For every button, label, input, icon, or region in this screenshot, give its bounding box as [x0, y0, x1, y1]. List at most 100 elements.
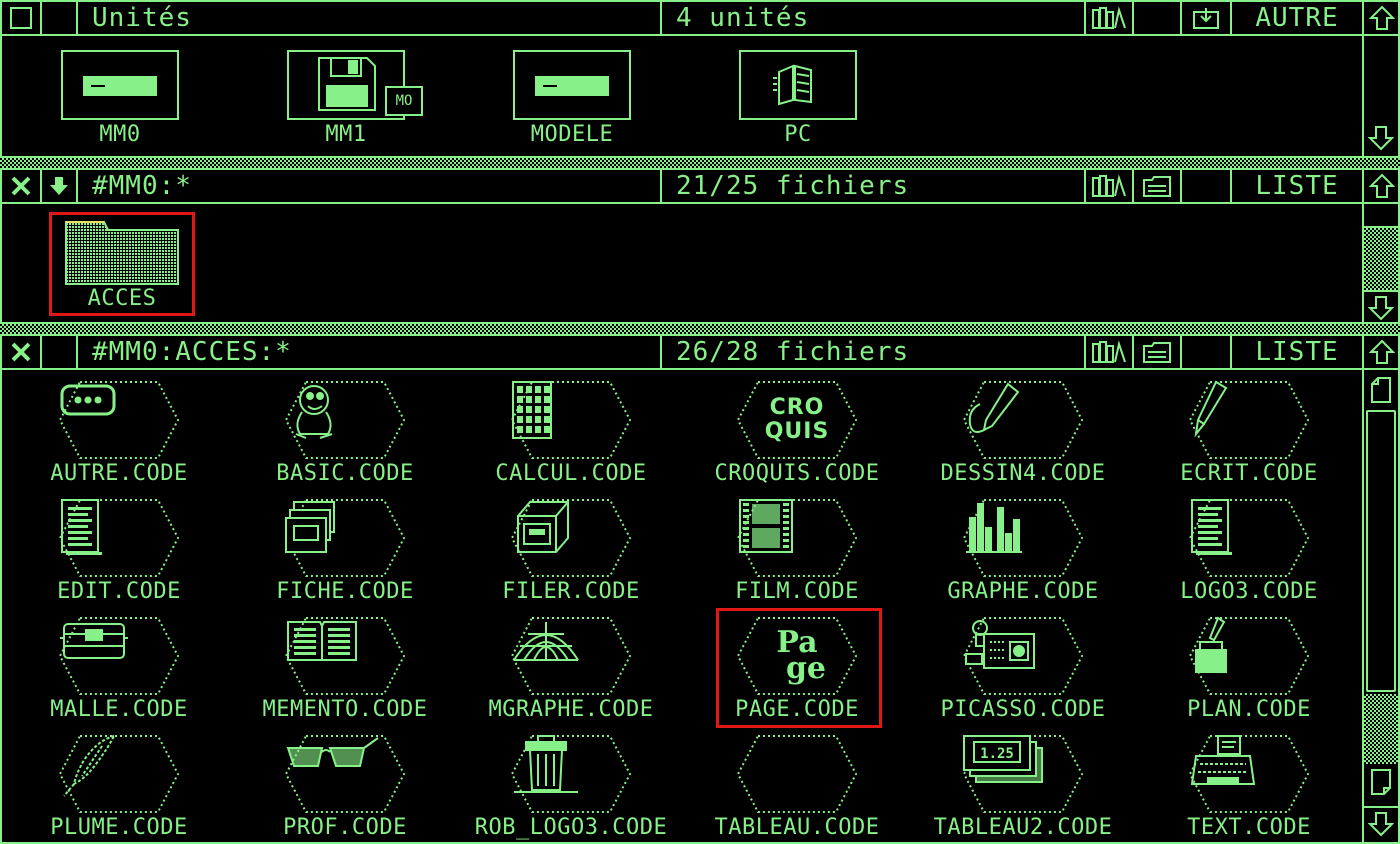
- file-item-edit[interactable]: EDIT.CODE: [6, 498, 232, 604]
- scroll-down-button[interactable]: [1364, 806, 1398, 840]
- folder-scrollbar[interactable]: [1362, 204, 1398, 322]
- icon-slot: [284, 734, 406, 814]
- scroll-thumb[interactable]: [1366, 410, 1396, 692]
- page-top-button[interactable]: [1364, 374, 1398, 406]
- mode-button[interactable]: AUTRE: [1232, 2, 1364, 34]
- file-item-mgraphe[interactable]: MGRAPHE.CODE: [458, 616, 684, 722]
- icon-slot: CRO QUIS: [736, 380, 858, 460]
- tray-icon: [1193, 8, 1219, 29]
- file-item-prof[interactable]: PROF.CODE: [232, 734, 458, 840]
- folder-window: #MM0:* 21/25 fichiers LISTE ACCES: [0, 168, 1400, 324]
- scroll-up-button[interactable]: [1364, 170, 1400, 202]
- drive-icon: [61, 50, 179, 120]
- arrow-up-icon: [1369, 5, 1395, 30]
- file-item-basic[interactable]: BASIC.CODE: [232, 380, 458, 486]
- hexagon-frame: [284, 734, 406, 814]
- pc-icon: [739, 50, 857, 120]
- blank-cell: [42, 2, 78, 34]
- icon-slot: [284, 380, 406, 460]
- download-tray-button[interactable]: [1182, 2, 1232, 34]
- units-scrollbar[interactable]: [1362, 36, 1398, 156]
- svg-text:1.25: 1.25: [980, 746, 1014, 762]
- unit-pc[interactable]: PC: [708, 50, 888, 147]
- units-window: Unités 4 unités AUTRE MM0 MO MM1 MODELE …: [0, 0, 1400, 158]
- scroll-down-button[interactable]: [1364, 122, 1398, 154]
- files-scrollbar[interactable]: [1362, 370, 1398, 842]
- scroll-up-button[interactable]: [1364, 2, 1400, 34]
- file-item-tableau[interactable]: TABLEAU.CODE: [684, 734, 910, 840]
- icon-slot: 1.25: [962, 734, 1084, 814]
- file-item-text[interactable]: TEXT.CODE: [1136, 734, 1362, 840]
- file-item-dessin4[interactable]: DESSIN4.CODE: [910, 380, 1136, 486]
- window-title: Unités: [78, 2, 662, 34]
- files-titlebar: #MM0:ACCES:* 26/28 fichiers LISTE: [2, 336, 1398, 370]
- floppy-icon: MO: [287, 50, 423, 120]
- close-button[interactable]: [2, 170, 42, 202]
- books-icon: [1092, 340, 1126, 363]
- file-item-plume[interactable]: PLUME.CODE: [6, 734, 232, 840]
- file-item-ecrit[interactable]: ECRIT.CODE: [1136, 380, 1362, 486]
- hexagon-frame: [962, 498, 1084, 578]
- page-bottom-button[interactable]: [1364, 766, 1398, 798]
- file-label: BASIC.CODE: [276, 461, 414, 486]
- file-label: ECRIT.CODE: [1180, 461, 1318, 486]
- file-item-rob-logo3[interactable]: ROB_LOGO3.CODE: [458, 734, 684, 840]
- scroll-thumb[interactable]: [1364, 204, 1398, 228]
- books-button[interactable]: [1086, 170, 1134, 202]
- file-label: CROQUIS.CODE: [714, 461, 880, 486]
- selection-highlight: [49, 212, 195, 316]
- books-button[interactable]: [1086, 2, 1134, 34]
- unit-label: PC: [784, 122, 812, 147]
- file-label: FICHE.CODE: [276, 579, 414, 604]
- croquis-icon-line: CRO: [769, 395, 825, 420]
- file-label: DESSIN4.CODE: [940, 461, 1106, 486]
- folder-view-button[interactable]: [1134, 336, 1182, 368]
- page-icon-small: [1371, 769, 1391, 795]
- hexagon-frame: [58, 616, 180, 696]
- file-item-graphe[interactable]: GRAPHE.CODE: [910, 498, 1136, 604]
- croquis-icon: CRO QUIS: [765, 396, 830, 444]
- folder-view-button[interactable]: [1134, 170, 1182, 202]
- file-item-autre[interactable]: AUTRE.CODE: [6, 380, 232, 486]
- scroll-up-button[interactable]: [1364, 336, 1400, 368]
- file-item-plan[interactable]: PLAN.CODE: [1136, 616, 1362, 722]
- icon-slot: [1188, 616, 1310, 696]
- scroll-down-button[interactable]: [1364, 290, 1398, 324]
- file-label: TABLEAU.CODE: [714, 815, 880, 840]
- folder-titlebar: #MM0:* 21/25 fichiers LISTE: [2, 170, 1398, 204]
- file-item-memento[interactable]: MEMENTO.CODE: [232, 616, 458, 722]
- file-item-croquis[interactable]: CRO QUIS CROQUIS.CODE: [684, 380, 910, 486]
- file-item-filer[interactable]: FILER.CODE: [458, 498, 684, 604]
- file-item-calcul[interactable]: CALCUL.CODE: [458, 380, 684, 486]
- file-item-logo3[interactable]: LOGO3.CODE: [1136, 498, 1362, 604]
- file-label: PROF.CODE: [283, 815, 407, 840]
- down-button[interactable]: [42, 170, 78, 202]
- mode-button[interactable]: LISTE: [1232, 336, 1364, 368]
- file-item-malle[interactable]: MALLE.CODE: [6, 616, 232, 722]
- scroll-track[interactable]: [1364, 694, 1398, 764]
- file-item-picasso[interactable]: PICASSO.CODE: [910, 616, 1136, 722]
- close-button[interactable]: [2, 336, 42, 368]
- mode-button[interactable]: LISTE: [1232, 170, 1364, 202]
- unit-label: MM1: [325, 122, 367, 147]
- icon-slot: [510, 734, 632, 814]
- file-label: AUTRE.CODE: [50, 461, 188, 486]
- arrow-up-icon: [1369, 173, 1395, 198]
- icon-slot: [736, 498, 858, 578]
- file-item-tableau2[interactable]: 1.25 TABLEAU2.CODE: [910, 734, 1136, 840]
- unit-mm0[interactable]: MM0: [30, 50, 210, 147]
- books-button[interactable]: [1086, 336, 1134, 368]
- window-box-button[interactable]: [2, 2, 42, 34]
- file-item-film[interactable]: FILM.CODE: [684, 498, 910, 604]
- hexagon-frame: [510, 498, 632, 578]
- unit-modele[interactable]: MODELE: [482, 50, 662, 147]
- unit-mm1[interactable]: MO MM1: [256, 50, 436, 147]
- blank-cell: [42, 336, 78, 368]
- file-label: CALCUL.CODE: [495, 461, 647, 486]
- file-item-fiche[interactable]: FICHE.CODE: [232, 498, 458, 604]
- hexagon-frame: [510, 734, 632, 814]
- close-icon: [11, 342, 31, 362]
- icon-slot: [1188, 498, 1310, 578]
- icon-slot: [58, 734, 180, 814]
- scroll-track[interactable]: [1364, 228, 1398, 290]
